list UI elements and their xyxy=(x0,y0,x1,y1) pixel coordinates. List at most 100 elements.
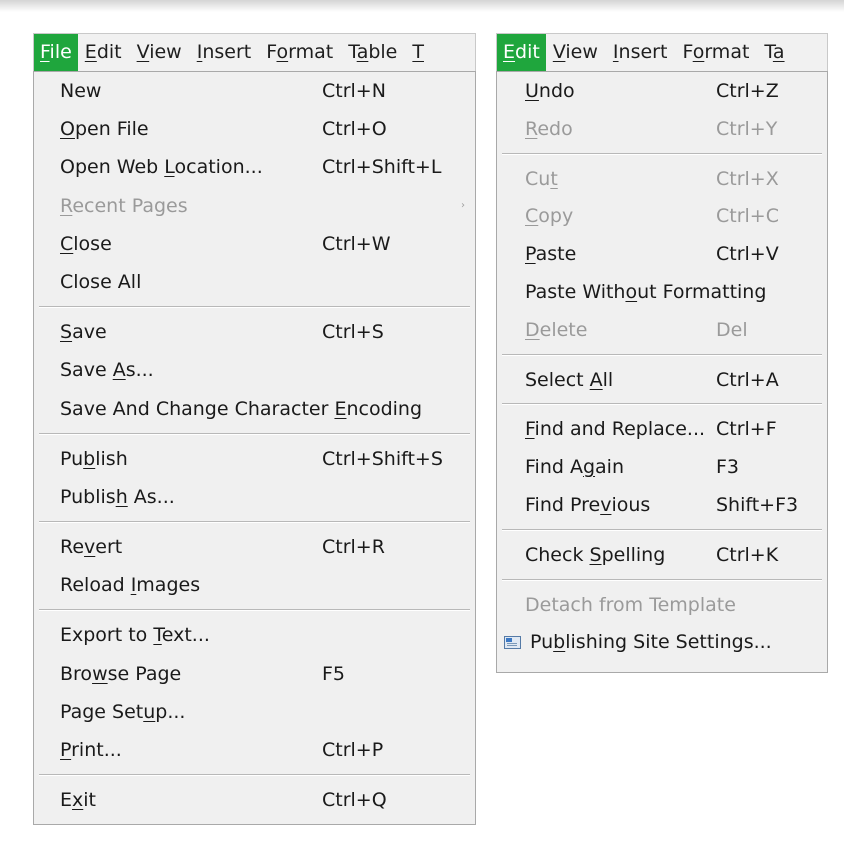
access-key: o xyxy=(276,41,289,63)
menu-item-save[interactable]: Save Ctrl+S xyxy=(34,313,475,351)
menu-separator xyxy=(34,301,475,313)
menu-item-check-spelling[interactable]: Check Spelling Ctrl+K xyxy=(497,536,827,574)
menu-item-recent-pages[interactable]: Recent Pages › xyxy=(34,187,475,225)
menu-item-new[interactable]: New Ctrl+N xyxy=(34,72,475,110)
label-text: T xyxy=(764,41,773,63)
menu-item-label: Open Web Location... xyxy=(60,148,263,186)
menu-item-label: Revert xyxy=(60,528,122,566)
menu-item-close-all[interactable]: Close All xyxy=(34,263,475,301)
label-text: se Page xyxy=(107,662,182,685)
menu-item-undo[interactable]: Undo Ctrl+Z xyxy=(497,72,827,110)
menu-item-reload-images[interactable]: Reload Images xyxy=(34,566,475,604)
menu-item-label: Close xyxy=(60,225,112,263)
menubar-item-table[interactable]: Table xyxy=(341,34,405,71)
menu-item-label: Print... xyxy=(60,731,122,769)
access-key: v xyxy=(600,493,612,516)
access-key: w xyxy=(92,662,108,685)
menu-item-select-all[interactable]: Select All Ctrl+A xyxy=(497,361,827,399)
menu-item-shortcut: Ctrl+P xyxy=(322,739,384,761)
menu-item-exit[interactable]: Exit Ctrl+Q xyxy=(34,781,475,819)
label-text: ave xyxy=(72,321,107,344)
access-key: h xyxy=(115,485,128,508)
label-text: pelling xyxy=(601,543,666,566)
label-text: Page Set xyxy=(60,700,144,723)
menu-item-open-web-location[interactable]: Open Web Location... Ctrl+Shift+L xyxy=(34,148,475,186)
menu-item-shortcut: Ctrl+N xyxy=(322,80,386,102)
menubar-item-t[interactable]: T xyxy=(405,34,432,71)
menu-separator xyxy=(497,398,827,410)
menu-item-save-as[interactable]: Save As... xyxy=(34,351,475,389)
label-text: Export to xyxy=(60,624,154,647)
access-key: C xyxy=(60,232,74,255)
menu-item-paste-without-formatting[interactable]: Paste Without Formatting xyxy=(497,273,827,311)
menu-separator xyxy=(497,349,827,361)
menu-item-label: Publishing Site Settings... xyxy=(530,623,772,661)
menubar-item-edit[interactable]: Edit xyxy=(78,34,130,71)
label-text: Pu xyxy=(60,447,84,470)
label-text: lishing Site Settings... xyxy=(565,631,772,654)
label-text: Reload xyxy=(60,574,131,597)
menu-item-find-again[interactable]: Find Again F3 xyxy=(497,448,827,486)
menubar-item-view[interactable]: View xyxy=(546,34,606,71)
menu-item-redo[interactable]: Redo Ctrl+Y xyxy=(497,110,827,148)
menu-item-browse-page[interactable]: Browse Page F5 xyxy=(34,655,475,693)
menu-item-label: Undo xyxy=(525,72,575,110)
label-text: iew xyxy=(149,41,182,63)
access-key: a xyxy=(772,41,785,63)
access-key: T xyxy=(153,624,162,647)
label-text: ain xyxy=(595,456,624,479)
menu-item-copy[interactable]: Copy Ctrl+C xyxy=(497,197,827,235)
menu-item-delete[interactable]: Delete Del xyxy=(497,311,827,349)
menubar-item-edit[interactable]: Edit xyxy=(497,34,546,71)
edit-menu-panel: Edit View Insert Format Ta Undo Ctrl+Z Redo Ctr… xyxy=(496,33,828,673)
menu-item-page-setup[interactable]: Page Setup... xyxy=(34,693,475,731)
access-key: S xyxy=(60,321,73,344)
menubar-item-format[interactable]: Format xyxy=(259,34,341,71)
menubar-item-view[interactable]: View xyxy=(130,34,190,71)
menubar-item-ta[interactable]: Ta xyxy=(757,34,792,71)
menu-item-publish-as[interactable]: Publish As... xyxy=(34,478,475,516)
menu-item-save-and-change-character-encoding[interactable]: Save And Change Character Encoding xyxy=(34,390,475,428)
label-text: ile xyxy=(49,41,72,63)
edit-panel-menubar: Edit View Insert Format Ta xyxy=(496,33,828,71)
menu-item-shortcut: F5 xyxy=(322,662,346,685)
label-text: iew xyxy=(565,41,598,63)
label-text: Detach from Template xyxy=(525,593,736,616)
menu-item-cut[interactable]: Cut Ctrl+X xyxy=(497,160,827,198)
label-text: nsert xyxy=(618,41,668,63)
label-text: lish xyxy=(95,447,128,470)
menubar-item-insert[interactable]: Insert xyxy=(190,34,260,71)
menu-item-export-to-text[interactable]: Export to Text... xyxy=(34,616,475,654)
label-text: ncoding xyxy=(346,397,423,420)
label-text: As... xyxy=(127,485,175,508)
menu-item-label: Exit xyxy=(60,781,96,819)
menu-item-label: Redo xyxy=(525,110,573,148)
menu-item-shortcut: Ctrl+C xyxy=(716,205,779,228)
menu-item-print[interactable]: Print... Ctrl+P xyxy=(34,731,475,769)
menubar-item-insert[interactable]: Insert xyxy=(606,34,676,71)
menubar-item-file[interactable]: File xyxy=(34,34,78,71)
menu-separator xyxy=(497,574,827,586)
menu-item-paste[interactable]: Paste Ctrl+V xyxy=(497,235,827,273)
access-key: S xyxy=(589,543,602,566)
menu-item-shortcut: Ctrl+A xyxy=(716,368,779,391)
menu-item-find-previous[interactable]: Find Previous Shift+F3 xyxy=(497,486,827,524)
menu-item-find-and-replace[interactable]: Find and Replace... Ctrl+F xyxy=(497,410,827,448)
menu-item-revert[interactable]: Revert Ctrl+R xyxy=(34,528,475,566)
access-key: u xyxy=(143,700,156,723)
menu-item-shortcut: F3 xyxy=(716,456,740,479)
menu-item-label: Publish As... xyxy=(60,478,175,516)
menu-item-close[interactable]: Close Ctrl+W xyxy=(34,225,475,263)
label-text: dit xyxy=(96,41,122,63)
menu-item-shortcut: Ctrl+K xyxy=(716,543,779,566)
menubar-item-format[interactable]: Format xyxy=(675,34,757,71)
menu-item-publishing-site-settings[interactable]: Publishing Site Settings... xyxy=(497,623,827,661)
menu-item-detach-from-template[interactable]: Detach from Template xyxy=(497,586,827,624)
label-text: ext... xyxy=(161,624,210,647)
file-menu: New Ctrl+N Open File Ctrl+O Open Web Locatio… xyxy=(33,71,476,825)
access-key: P xyxy=(60,739,72,761)
menu-item-open-file[interactable]: Open File Ctrl+O xyxy=(34,110,475,148)
menu-item-publish[interactable]: Publish Ctrl+Shift+S xyxy=(34,440,475,478)
label-text: ndo xyxy=(538,80,575,102)
menu-item-label: Paste xyxy=(525,235,576,273)
